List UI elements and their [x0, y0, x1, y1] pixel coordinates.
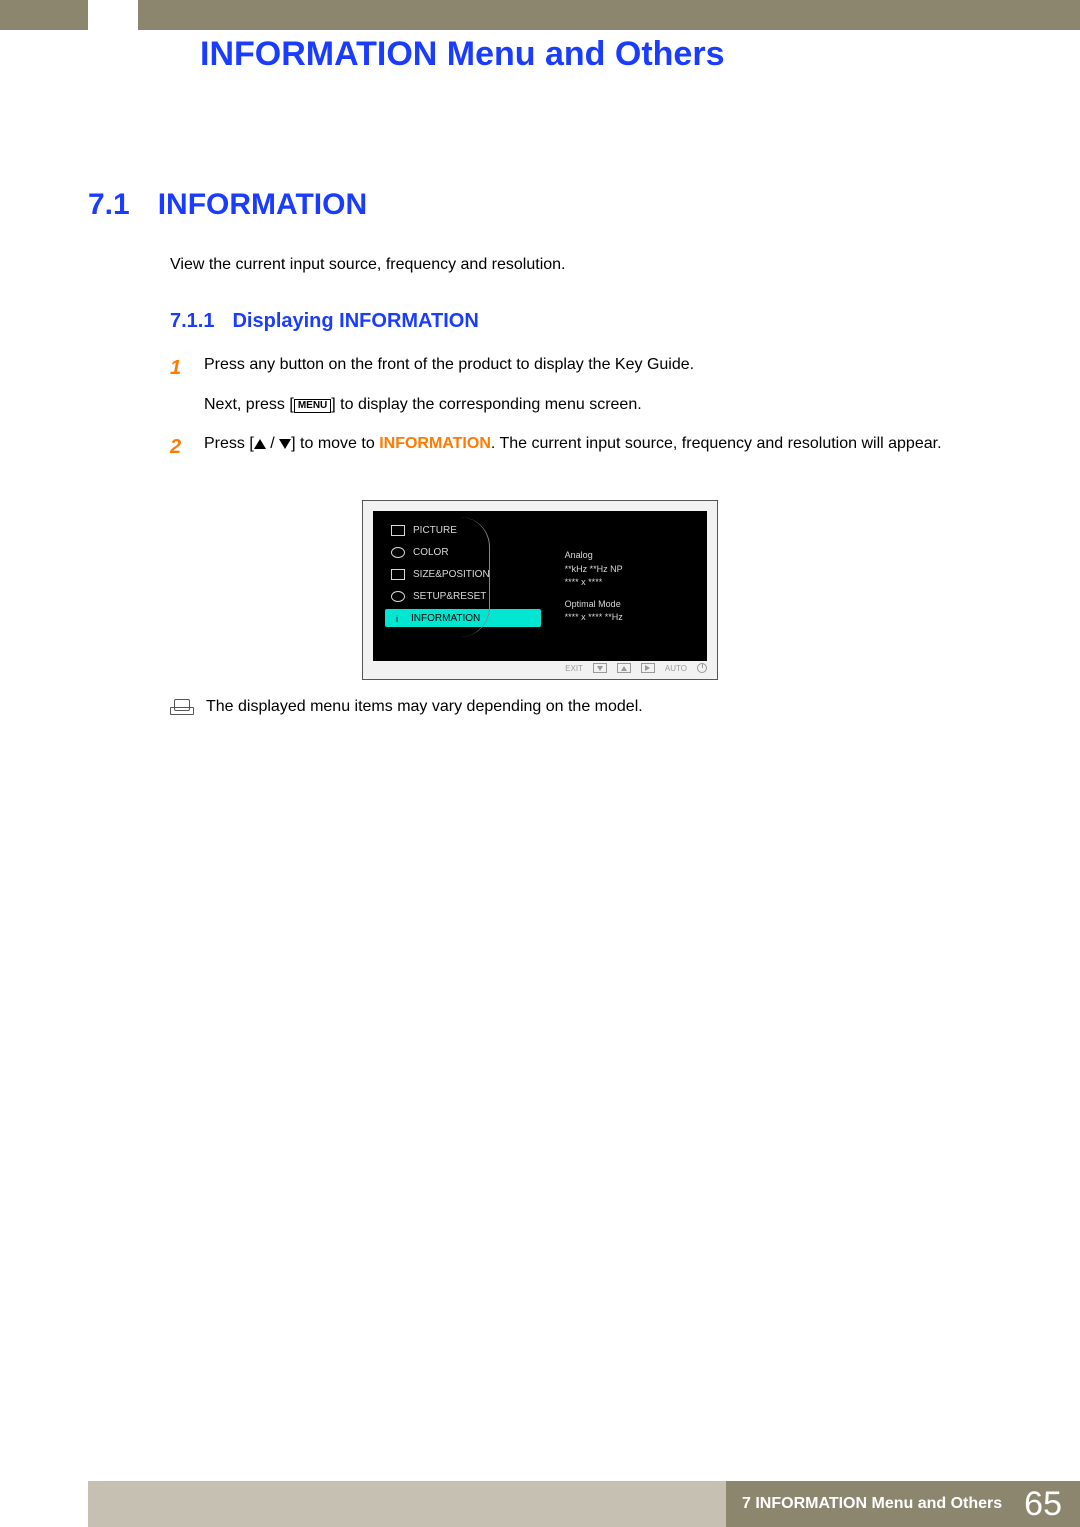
step-2: 2 Press [ / ] to move to INFORMATION. Th… — [170, 431, 950, 463]
osd-info-pane: Analog **kHz **Hz NP **** x **** Optimal… — [547, 511, 707, 661]
step-1: 1 Press any button on the front of the p… — [170, 352, 950, 417]
note-text: The displayed menu items may vary depend… — [206, 698, 643, 716]
subsection-heading: 7.1.1 Displaying INFORMATION — [170, 310, 479, 333]
steps-list: 1 Press any button on the front of the p… — [170, 352, 950, 477]
osd-label: PICTURE — [413, 525, 457, 536]
osd-info-line: Analog — [565, 549, 697, 563]
osd-button-bar: EXIT AUTO — [373, 661, 707, 675]
step-number: 1 — [170, 352, 186, 417]
step-number: 2 — [170, 431, 186, 463]
note-icon — [170, 699, 192, 715]
osd-curve — [460, 517, 490, 637]
menu-button-icon: MENU — [294, 399, 331, 413]
osd-auto-label: AUTO — [665, 664, 687, 673]
color-icon — [391, 547, 405, 558]
text-fragment: Next, press [ — [204, 396, 294, 413]
section-intro: View the current input source, frequency… — [170, 256, 566, 274]
subsection-title: Displaying INFORMATION — [232, 310, 478, 333]
text-fragment: ] to display the corresponding menu scre… — [331, 396, 641, 413]
text-fragment: Press [ — [204, 435, 254, 452]
osd-panel: PICTURE COLOR SIZE&POSITION SETUP&RESET … — [373, 511, 707, 661]
osd-down-button-icon — [593, 663, 607, 673]
step-1-line-1: Press any button on the front of the pro… — [204, 352, 694, 378]
section-number: 7.1 — [88, 188, 130, 222]
chapter-title: INFORMATION Menu and Others — [200, 35, 724, 74]
text-fragment: ] to move to — [291, 435, 379, 452]
page-footer: 7 INFORMATION Menu and Others 65 — [88, 1481, 1080, 1527]
step-1-line-2: Next, press [MENU] to display the corres… — [204, 392, 694, 418]
gear-icon — [391, 591, 405, 602]
osd-info-line: **** x **** **Hz — [565, 611, 697, 625]
note: The displayed menu items may vary depend… — [170, 698, 643, 716]
osd-screenshot: PICTURE COLOR SIZE&POSITION SETUP&RESET … — [362, 500, 718, 680]
section-heading: 7.1 INFORMATION — [88, 188, 367, 222]
picture-icon — [391, 525, 405, 536]
keyword-information: INFORMATION — [379, 435, 491, 452]
header-band — [0, 0, 1080, 30]
info-icon: i — [391, 612, 403, 624]
osd-up-button-icon — [617, 663, 631, 673]
osd-menu-list: PICTURE COLOR SIZE&POSITION SETUP&RESET … — [373, 511, 547, 661]
osd-info-line: **kHz **Hz NP — [565, 563, 697, 577]
osd-info-line: **** x **** — [565, 576, 697, 590]
step-body: Press [ / ] to move to INFORMATION. The … — [204, 431, 942, 463]
header-tab — [88, 0, 138, 30]
osd-info-line: Optimal Mode — [565, 598, 697, 612]
osd-enter-button-icon — [641, 663, 655, 673]
footer-page-number: 65 — [1018, 1481, 1080, 1527]
footer-chapter: 7 INFORMATION Menu and Others — [726, 1481, 1018, 1527]
text-fragment: . The current input source, frequency an… — [491, 435, 942, 452]
footer-bar — [88, 1481, 726, 1527]
section-title: INFORMATION — [158, 188, 367, 222]
arrow-up-icon — [254, 439, 266, 449]
osd-power-icon — [697, 663, 707, 673]
step-body: Press any button on the front of the pro… — [204, 352, 694, 417]
subsection-number: 7.1.1 — [170, 310, 214, 333]
osd-label: COLOR — [413, 547, 449, 558]
arrow-down-icon — [279, 439, 291, 449]
osd-exit-label: EXIT — [565, 664, 583, 673]
size-position-icon — [391, 569, 405, 580]
